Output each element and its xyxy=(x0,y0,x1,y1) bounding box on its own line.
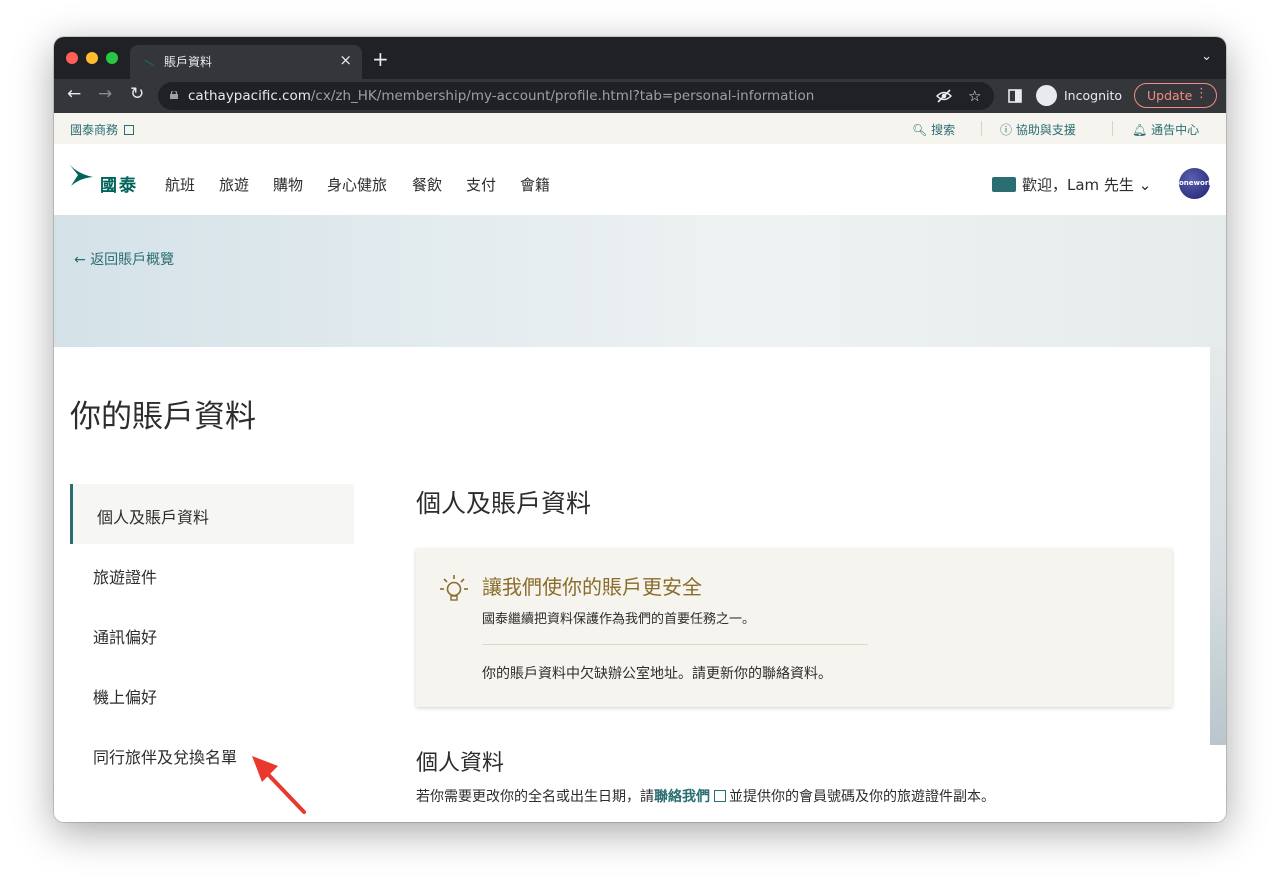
close-window-button[interactable] xyxy=(66,52,78,64)
lock-icon xyxy=(170,91,178,99)
sidebar-item-inflight-preferences[interactable]: 機上偏好 xyxy=(93,684,157,708)
divider xyxy=(981,121,982,136)
lightbulb-icon xyxy=(440,575,468,601)
business-link[interactable]: 國泰商務 xyxy=(70,121,137,138)
tab-search-icon[interactable]: ⌄ xyxy=(1201,49,1212,64)
sidebar-icon[interactable] xyxy=(1008,89,1022,103)
new-tab-button[interactable]: + xyxy=(372,47,389,71)
notifications-link[interactable]: 🔔︎ 通告中心 xyxy=(1132,121,1199,138)
search-icon: 🔍︎ xyxy=(912,123,928,137)
browser-window: 賬戶資料 × + ⌄ ← → ↻ cathaypacific.com/cx/zh… xyxy=(54,37,1226,822)
sidebar-item-communication-preferences[interactable]: 通訊偏好 xyxy=(93,624,157,648)
sidebar-item-travel-documents[interactable]: 旅遊證件 xyxy=(93,564,157,588)
back-to-account-overview-link[interactable]: ← 返回賬戶概覽 xyxy=(74,249,174,269)
incognito-indicator[interactable]: Incognito xyxy=(1034,82,1128,110)
external-link-icon xyxy=(124,125,135,135)
alert-description: 國泰繼續把資料保護作為我們的首要任務之一。 xyxy=(482,612,756,627)
reload-icon[interactable]: ↻ xyxy=(130,84,144,104)
info-text-after: 並提供你的會員號碼及你的旅遊證件副本。 xyxy=(729,789,995,805)
hero-banner: ← 返回賬戶概覽 xyxy=(54,215,1226,347)
notifications-label: 通告中心 xyxy=(1151,123,1200,137)
nav-payment[interactable]: 支付 xyxy=(466,174,496,195)
annotation-arrow-icon xyxy=(252,756,306,814)
tab-strip: 賬戶資料 × + ⌄ xyxy=(54,37,1226,79)
browser-toolbar: ← → ↻ cathaypacific.com/cx/zh_HK/members… xyxy=(54,79,1226,113)
section-title: 個人及賬戶資料 xyxy=(416,489,592,518)
tab-title: 賬戶資料 xyxy=(164,55,213,69)
cathay-logo-icon[interactable] xyxy=(68,162,94,188)
back-link-label: 返回賬戶概覽 xyxy=(90,252,175,268)
bell-icon: 🔔︎ xyxy=(1132,123,1148,137)
incognito-label: Incognito xyxy=(1064,88,1123,103)
divider xyxy=(1112,121,1113,136)
cathay-favicon-icon xyxy=(142,59,156,67)
url-host: cathaypacific.com xyxy=(188,88,311,104)
personal-info-title: 個人資料 xyxy=(416,751,505,776)
divider xyxy=(482,644,868,645)
utility-bar: 國泰商務 🔍︎ 搜索 ⓘ 協助與支援 🔔︎ 通告中心 xyxy=(54,113,1226,144)
alert-title: 讓我們使你的賬戶更安全 xyxy=(482,575,702,599)
account-menu[interactable]: 歡迎，Lam 先生 ⌄ xyxy=(1022,174,1151,195)
minimize-window-button[interactable] xyxy=(86,52,98,64)
nav-wellness[interactable]: 身心健旅 xyxy=(327,174,387,195)
maximize-window-button[interactable] xyxy=(106,52,118,64)
back-icon[interactable]: ← xyxy=(67,84,81,104)
help-icon: ⓘ xyxy=(1000,123,1013,137)
search-link[interactable]: 🔍︎ 搜索 xyxy=(912,121,955,138)
membership-card-icon xyxy=(992,177,1016,192)
alert-message: 你的賬戶資料中欠缺辦公室地址。請更新你的聯絡資料。 xyxy=(482,666,832,682)
search-label: 搜索 xyxy=(931,123,956,137)
update-button[interactable]: Update ⋮ xyxy=(1134,83,1217,108)
arrow-left-icon: ← xyxy=(74,252,86,268)
nav-shopping[interactable]: 購物 xyxy=(273,174,303,195)
nav-dining[interactable]: 餐飲 xyxy=(412,174,442,195)
contact-us-link[interactable]: 聯絡我們 xyxy=(654,789,710,805)
logo-text[interactable]: 國泰 xyxy=(100,171,138,196)
sidebar-item-companions-redemption[interactable]: 同行旅伴及兌換名單 xyxy=(93,744,237,768)
nav-flights[interactable]: 航班 xyxy=(165,174,195,195)
more-icon: ⋮ xyxy=(1195,86,1208,101)
eye-off-icon[interactable] xyxy=(936,89,952,103)
profile-content: 你的賬戶資料 個人及賬戶資料 旅遊證件 通訊偏好 機上偏好 同行旅伴及兌換名單 … xyxy=(54,347,1210,822)
web-page: 國泰商務 🔍︎ 搜索 ⓘ 協助與支援 🔔︎ 通告中心 國泰 航班 旅遊 購物 身… xyxy=(54,113,1226,822)
welcome-text: 歡迎，Lam 先生 xyxy=(1022,176,1134,194)
url-text: cathaypacific.com/cx/zh_HK/membership/my… xyxy=(188,88,814,104)
external-link-icon xyxy=(714,790,726,802)
help-label: 協助與支援 xyxy=(1015,123,1076,137)
tab-close-icon[interactable]: × xyxy=(339,51,352,69)
star-icon[interactable]: ☆ xyxy=(968,87,981,105)
url-path: /cx/zh_HK/membership/my-account/profile.… xyxy=(310,88,815,104)
sidebar-item-personal-account[interactable]: 個人及賬戶資料 xyxy=(97,504,209,528)
oneworld-label: oneworld xyxy=(1179,179,1216,187)
security-alert: 讓我們使你的賬戶更安全 國泰繼續把資料保護作為我們的首要任務之一。 你的賬戶資料… xyxy=(416,549,1172,707)
address-bar[interactable]: cathaypacific.com/cx/zh_HK/membership/my… xyxy=(158,82,994,110)
nav-travel[interactable]: 旅遊 xyxy=(219,174,249,195)
forward-icon[interactable]: → xyxy=(98,84,112,104)
nav-membership[interactable]: 會籍 xyxy=(520,174,550,195)
incognito-icon xyxy=(1036,85,1057,106)
business-label: 國泰商務 xyxy=(70,123,119,137)
help-link[interactable]: ⓘ 協助與支援 xyxy=(1000,121,1076,138)
info-text-before: 若你需要更改你的全名或出生日期，請 xyxy=(416,789,654,805)
personal-info-text: 若你需要更改你的全名或出生日期，請聯絡我們 並提供你的會員號碼及你的旅遊證件副本。 xyxy=(416,786,995,806)
page-title: 你的賬戶資料 xyxy=(70,399,256,435)
chevron-down-icon: ⌄ xyxy=(1138,176,1152,194)
tab-account-profile[interactable]: 賬戶資料 × xyxy=(130,45,362,79)
main-nav: 國泰 航班 旅遊 購物 身心健旅 餐飲 支付 會籍 歡迎，Lam 先生 ⌄ on… xyxy=(54,144,1226,215)
update-label: Update xyxy=(1147,88,1193,103)
background-image xyxy=(1210,347,1226,745)
